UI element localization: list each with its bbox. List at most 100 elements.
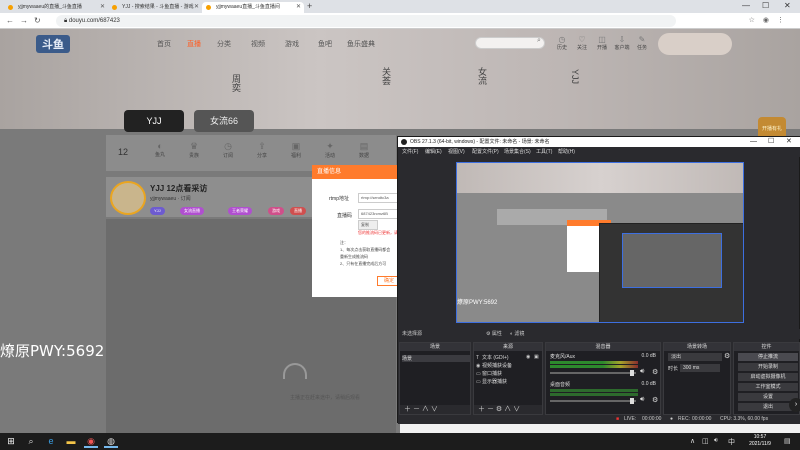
close-tab-icon[interactable]: ✕ (296, 2, 301, 13)
top-follow[interactable]: ♡ 关注 (573, 35, 591, 51)
new-tab-icon[interactable]: + (307, 1, 312, 11)
gear-icon[interactable]: ⚙ (496, 406, 502, 413)
browser-tab-3[interactable]: yjjmywaaeu直播_斗鱼直播间 ✕ (202, 2, 304, 13)
properties-button[interactable]: ⚙ 属性 (486, 329, 502, 339)
room-tag[interactable]: 女流直播 (180, 207, 204, 215)
source-item[interactable]: ▭显示器捕获 (476, 378, 507, 385)
slider-knob[interactable] (630, 398, 634, 404)
close-icon[interactable]: ✕ (786, 137, 792, 147)
ime-icon[interactable]: 中 (728, 437, 735, 447)
menu-help[interactable]: 帮助(H) (558, 147, 575, 157)
close-tab-icon[interactable]: ✕ (194, 2, 199, 13)
remove-icon[interactable]: － (487, 406, 494, 413)
settings-button[interactable]: 设置 (738, 393, 798, 401)
edge-icon[interactable]: e (44, 435, 58, 448)
taskbar-clock[interactable]: 10:57 2021/11/9 (740, 434, 780, 448)
source-item[interactable]: ▭窗口捕获 (476, 370, 502, 377)
browser-tab-2[interactable]: YJJ - 搜索结果 - 斗鱼直播 - 游戏 ✕ (108, 2, 202, 13)
strip-item-4[interactable]: ⇪ 分享 (248, 141, 276, 159)
douyu-logo[interactable]: 斗鱼 (36, 35, 70, 53)
menu-view[interactable]: 视图(V) (448, 147, 465, 157)
room-tag[interactable]: 游戏 (268, 207, 284, 215)
windows-start-icon[interactable]: ⊞ (4, 435, 18, 448)
menu-file[interactable]: 文件(F) (402, 147, 418, 157)
start-recording-button[interactable]: 开始录制 (738, 363, 798, 371)
minimize-icon[interactable]: — (750, 137, 757, 147)
tray-chevron-icon[interactable]: ∧ (690, 437, 695, 445)
forward-icon[interactable]: → (20, 16, 28, 25)
user-avatar-banner[interactable] (658, 33, 732, 55)
nav-yuba[interactable]: 鱼吧 (318, 39, 332, 49)
maximize-icon[interactable]: ☐ (762, 1, 769, 10)
desktop-volume-slider[interactable] (550, 398, 636, 404)
nav-game[interactable]: 游戏 (285, 39, 299, 49)
scroll-button[interactable]: › (789, 398, 800, 412)
room-tag[interactable]: 王者荣耀 (228, 207, 252, 215)
move-down-icon[interactable]: ∨ (431, 406, 438, 413)
rtmp-field[interactable]: rtmp://sendtc3a (358, 193, 400, 203)
top-client[interactable]: ⇩ 客户端 (613, 35, 631, 51)
move-up-icon[interactable]: ∧ (422, 406, 429, 413)
chrome-icon[interactable]: ◉ (84, 435, 98, 448)
nav-live[interactable]: 直播 (187, 39, 201, 49)
nav-video[interactable]: 视频 (251, 39, 265, 49)
star-icon[interactable]: ☆ (749, 17, 763, 24)
gear-icon[interactable]: ⚙ (652, 396, 658, 404)
room-tab-nvliu[interactable]: 女流66 (194, 110, 254, 132)
speaker-icon[interactable]: 🔊︎ (640, 396, 644, 404)
start-virtual-camera-button[interactable]: 启动虚拟摄像机 (738, 373, 798, 381)
nav-category[interactable]: 分类 (217, 39, 231, 49)
strip-item-1[interactable]: ◐ 鱼丸 (146, 141, 174, 158)
profile-icon[interactable]: ◉ (763, 17, 777, 24)
volume-icon[interactable]: 🔉︎ (714, 437, 718, 445)
slider-knob[interactable] (630, 370, 634, 376)
source-item[interactable]: ◉ 视频捕获设备 (476, 362, 512, 369)
strip-item-3[interactable]: ◷ 订阅 (214, 141, 242, 159)
remove-icon[interactable]: － (413, 406, 420, 413)
code-field[interactable]: 687423rcmz6B (358, 209, 400, 219)
transition-select[interactable]: 淡出 (668, 353, 722, 361)
gear-icon[interactable]: ⚙ (724, 352, 730, 360)
minimize-icon[interactable]: — (742, 1, 750, 10)
scene-item[interactable]: 场景 (402, 355, 470, 362)
room-tag[interactable]: 直播 (290, 207, 306, 215)
add-icon[interactable]: ＋ (404, 406, 411, 413)
stop-streaming-button[interactable]: 停止推流 (738, 353, 798, 361)
gear-icon[interactable]: ⚙ (652, 368, 658, 376)
studio-mode-button[interactable]: 工作室模式 (738, 383, 798, 391)
duration-input[interactable]: 300 ms (680, 364, 720, 372)
visibility-eye-icon[interactable]: ◉ (526, 354, 530, 360)
copy-button[interactable]: 复制 (358, 220, 378, 230)
back-icon[interactable]: ← (6, 16, 14, 25)
strip-item-2[interactable]: ♛ 贵族 (180, 141, 208, 159)
strip-item-7[interactable]: ▤ 数据 (350, 141, 378, 159)
source-item[interactable]: T 文本 (GDI+) (476, 354, 509, 361)
menu-scene-collection[interactable]: 场景集合(S) (504, 147, 531, 157)
reload-icon[interactable]: ↻ (34, 16, 41, 25)
top-broadcast[interactable]: ◫ 开播 (593, 35, 611, 51)
maximize-icon[interactable]: ☐ (768, 137, 774, 147)
network-icon[interactable]: ◫ (702, 437, 709, 445)
menu-profile[interactable]: 配置文件(P) (472, 147, 499, 157)
obs-preview[interactable]: 燎原PWY:5692 (456, 162, 744, 323)
site-search-input[interactable] (475, 37, 545, 49)
add-icon[interactable]: ＋ (478, 406, 485, 413)
anchor-avatar[interactable] (110, 181, 146, 215)
nav-festival[interactable]: 鱼乐盛典 (347, 39, 375, 49)
lock-icon[interactable]: ▣ (534, 354, 539, 360)
move-down-icon[interactable]: ∨ (513, 406, 520, 413)
menu-tools[interactable]: 工具(T) (536, 147, 552, 157)
folder-icon[interactable]: ▬ (64, 435, 78, 448)
browser-tab-1[interactable]: yjjmywaaeu的直播_斗鱼直播 ✕ (4, 2, 108, 13)
close-tab-icon[interactable]: ✕ (100, 2, 105, 13)
strip-item-5[interactable]: ▣ 福利 (282, 141, 310, 159)
notification-icon[interactable]: ▤ (784, 437, 791, 445)
room-tab-yjj[interactable]: YJJ (124, 110, 184, 132)
room-tag[interactable]: YJJ (150, 207, 165, 215)
move-up-icon[interactable]: ∧ (504, 406, 511, 413)
obs-icon[interactable]: ◍ (104, 435, 118, 448)
strip-item-6[interactable]: ✦ 活动 (316, 141, 344, 159)
speaker-icon[interactable]: 🔊︎ (640, 368, 644, 376)
search-icon[interactable]: ⌕ (537, 37, 541, 45)
url-field[interactable]: 🔒︎ douyu.com/687423 (56, 15, 676, 27)
